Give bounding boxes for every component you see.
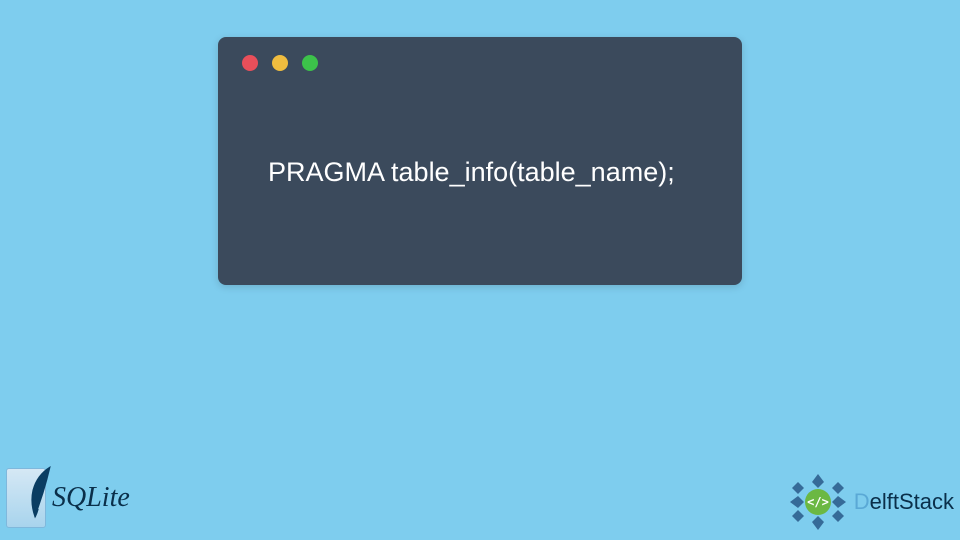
close-icon (242, 55, 258, 71)
delft-d: D (854, 489, 870, 514)
delft-rest: elftStack (870, 489, 954, 514)
svg-text:</>: </> (807, 495, 829, 509)
delftstack-text: DelftStack (854, 489, 954, 515)
code-content: PRAGMA table_info(table_name); (268, 157, 675, 188)
traffic-lights (242, 55, 318, 71)
sqlite-text: SQLite (52, 482, 130, 514)
minimize-icon (272, 55, 288, 71)
delftstack-logo: </> DelftStack (786, 470, 954, 534)
sqlite-logo: SQLite (6, 462, 156, 534)
delftstack-emblem-icon: </> (786, 470, 850, 534)
feather-icon (25, 465, 55, 521)
sqlite-box-icon (6, 468, 46, 528)
maximize-icon (302, 55, 318, 71)
code-window: PRAGMA table_info(table_name); (218, 37, 742, 285)
